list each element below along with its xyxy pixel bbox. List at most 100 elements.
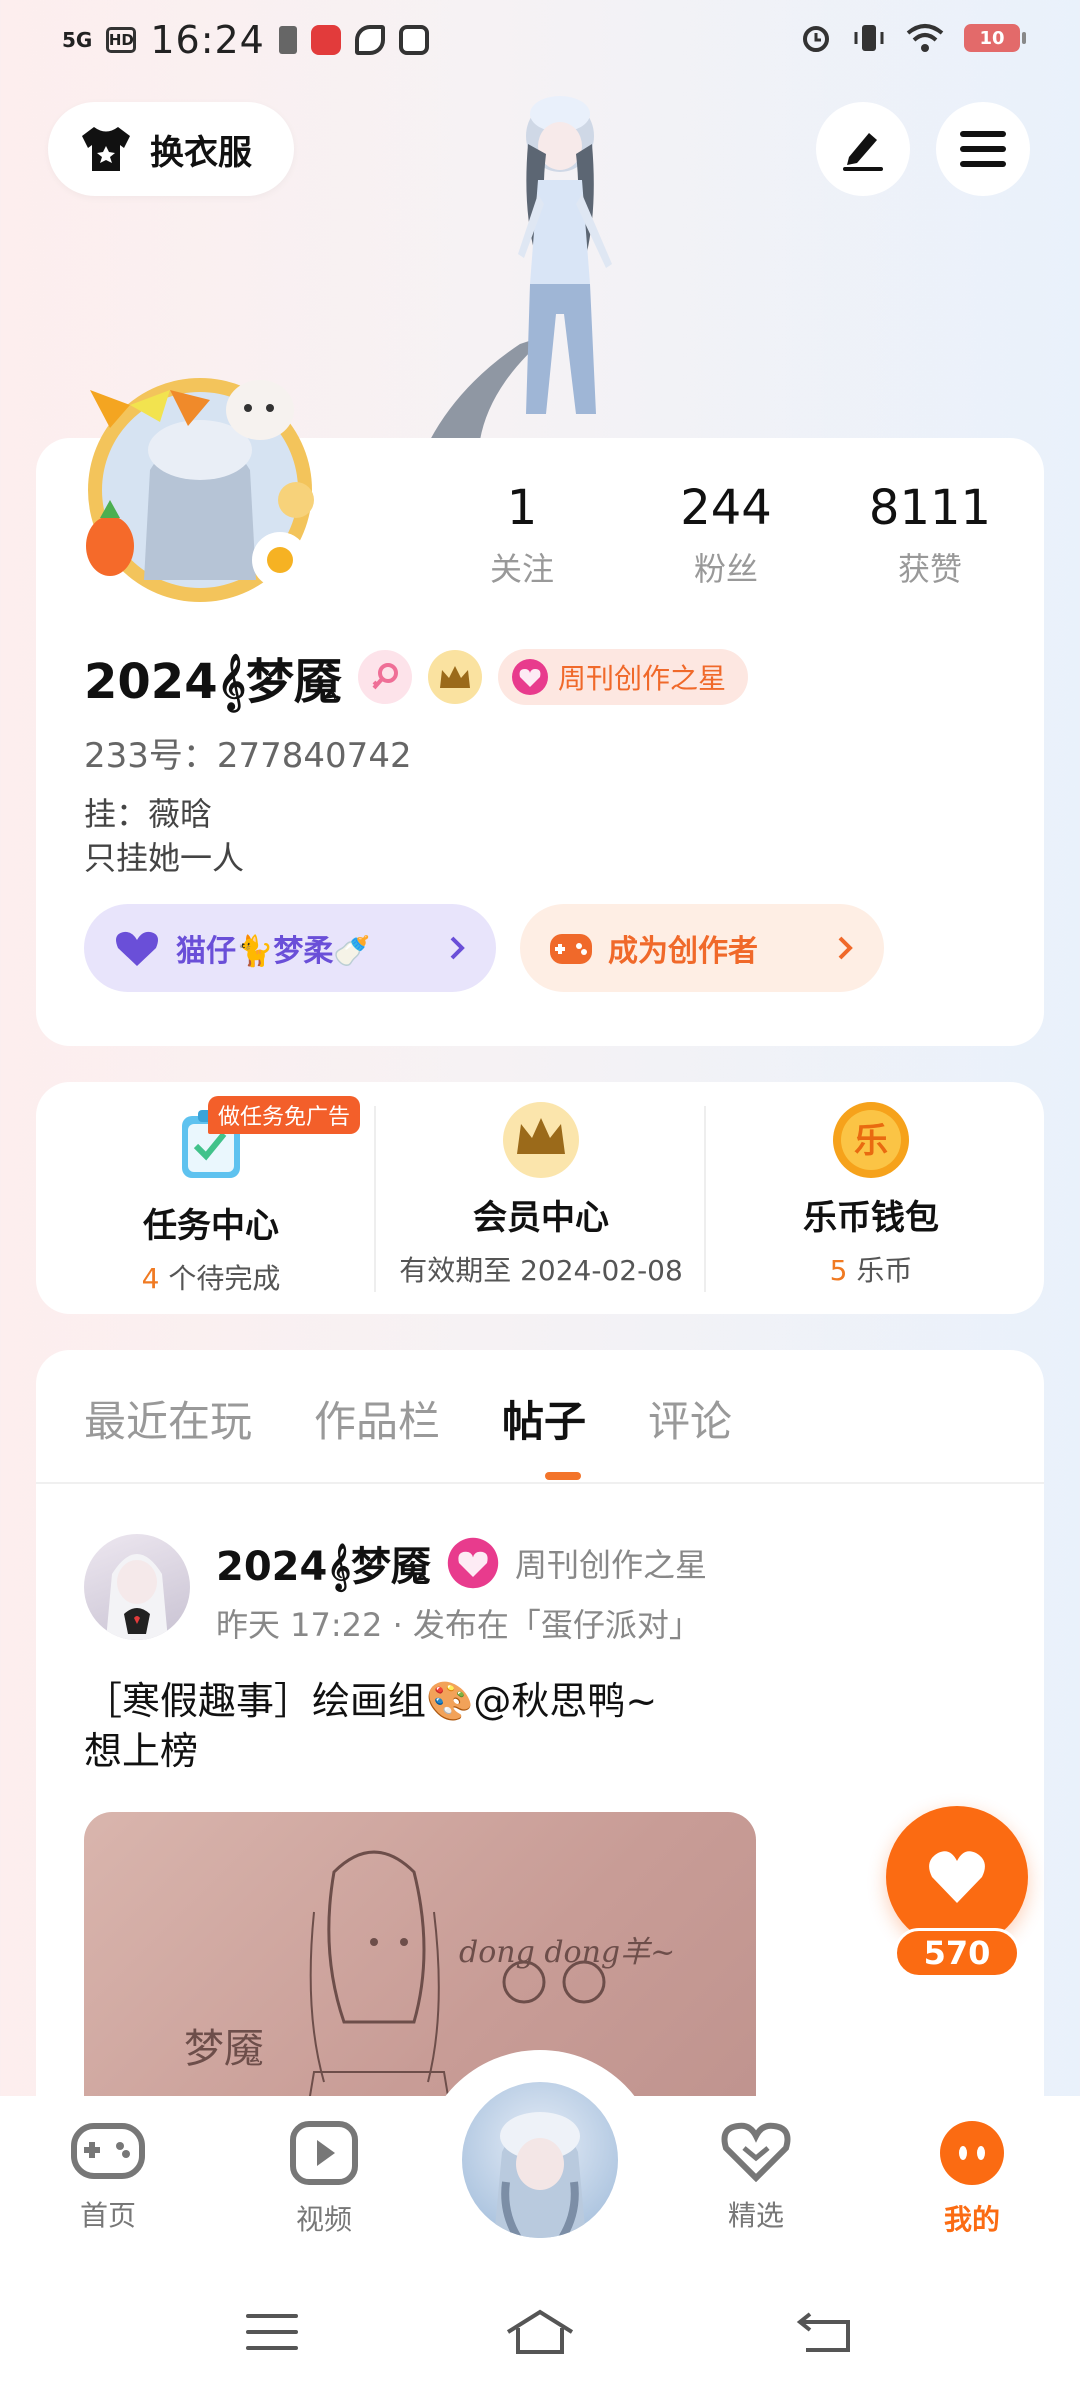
vip-center-sub: 有效期至 2024-02-08 [399, 1254, 683, 1287]
followers-count: 244 [680, 480, 772, 536]
heart-icon [929, 1851, 985, 1903]
nav-center-avatar[interactable] [456, 2076, 624, 2244]
task-center-sub: 4 个待完成 [141, 1262, 281, 1295]
bio: 挂：薇晗 只挂她一人 [84, 792, 244, 880]
battery-indicator: 10 [964, 24, 1026, 52]
post-text-line-1: ［寒假趣事］绘画组🎨@秋思鸭~ [84, 1679, 658, 1723]
following-stat[interactable]: 1 关注 [442, 480, 602, 590]
likes-stat[interactable]: 8111 获赞 [850, 480, 1010, 590]
nav-video[interactable]: 视频 [244, 2120, 404, 2238]
crown-vip-icon[interactable] [427, 650, 482, 704]
storage-icon [278, 26, 297, 54]
become-creator-label: 成为创作者 [608, 934, 758, 969]
vip-center-title: 会员中心 [473, 1198, 609, 1238]
post-text-line-2: 想上榜 [84, 1729, 199, 1773]
ad-free-task-tag: 做任务免广告 [208, 1096, 361, 1134]
change-outfit-button[interactable]: 换衣服 [48, 102, 294, 196]
gender-female-icon[interactable] [357, 650, 412, 704]
gamepad-icon [71, 2123, 145, 2179]
play-icon [290, 2121, 358, 2185]
divider [36, 1482, 1044, 1484]
nav-me[interactable]: 我的 [892, 2120, 1052, 2238]
character-figure[interactable] [400, 84, 660, 440]
status-bar: 5G HD 16:24 10 [0, 0, 1080, 84]
partner-pill-button[interactable]: 猫仔🐈梦柔🍼 [84, 904, 496, 992]
post-image[interactable]: dong dong羊~ 梦魇 [84, 1812, 756, 2132]
network-indicator: 5G [62, 28, 93, 52]
like-button[interactable] [886, 1806, 1028, 1948]
clock: 16:24 [150, 18, 265, 62]
followers-label: 粉丝 [693, 550, 758, 588]
app-notification-icon [310, 25, 341, 55]
coin-icon: 乐 [833, 1102, 909, 1178]
bio-line-2: 只挂她一人 [84, 839, 245, 877]
become-creator-button[interactable]: 成为创作者 [520, 904, 884, 992]
gamepad-icon [550, 934, 592, 964]
purple-heart-icon [116, 931, 158, 966]
sketch-text-2: 梦魇 [184, 2026, 264, 2072]
menu-button[interactable] [936, 102, 1030, 196]
coin-wallet-sub: 5 乐币 [829, 1254, 913, 1287]
heart-medal-icon [447, 1537, 499, 1589]
nav-home[interactable]: 首页 [28, 2120, 188, 2234]
tab-works[interactable]: 作品栏 [314, 1388, 440, 1449]
pen-icon [843, 133, 883, 171]
divider [374, 1106, 376, 1292]
hd-indicator: HD [106, 27, 137, 53]
like-count: 570 [894, 1928, 1020, 1978]
post-author-avatar[interactable] [84, 1534, 190, 1640]
likes-count: 8111 [868, 480, 992, 536]
post-meta: 昨天 17:22 · 发布在「蛋仔派对」 [216, 1606, 701, 1644]
name-row: 2024𝄞梦魇 周刊创作之星 [84, 642, 748, 712]
post-author-badge: 周刊创作之星 [514, 1546, 707, 1584]
nav-home-label: 首页 [79, 2199, 136, 2232]
vip-center-button[interactable]: 会员中心 有效期至 2024-02-08 [382, 1100, 700, 1289]
tab-recently-played[interactable]: 最近在玩 [84, 1388, 252, 1449]
post-text[interactable]: ［寒假趣事］绘画组🎨@秋思鸭~ 想上榜 [84, 1676, 984, 1776]
coin-wallet-button[interactable]: 乐 乐币钱包 5 乐币 [712, 1100, 1030, 1289]
task-center-title: 任务中心 [143, 1206, 279, 1246]
post-author-name[interactable]: 2024𝄞梦魇 [216, 1534, 431, 1592]
chevron-right-icon [838, 936, 853, 960]
weekly-creator-star-label: 周刊创作之星 [557, 662, 726, 695]
profile-avatar[interactable] [70, 350, 330, 610]
back-icon[interactable] [796, 2308, 852, 2356]
followers-stat[interactable]: 244 粉丝 [646, 480, 806, 590]
heart-medal-icon [511, 659, 548, 695]
weekly-creator-star-badge[interactable]: 周刊创作之星 [497, 649, 748, 705]
nav-featured[interactable]: 精选 [676, 2120, 836, 2234]
vibrate-icon [854, 25, 884, 51]
partner-pill-label: 猫仔🐈梦柔🍼 [176, 934, 371, 969]
nav-featured-label: 精选 [727, 2199, 784, 2232]
recent-apps-icon[interactable] [244, 2308, 300, 2356]
leaf-notification-icon [354, 25, 385, 55]
wifi-icon [906, 24, 944, 52]
chevron-right-icon [450, 936, 465, 960]
bio-line-1: 挂：薇晗 [84, 795, 213, 833]
nav-video-label: 视频 [295, 2203, 352, 2236]
edit-button[interactable] [816, 102, 910, 196]
following-count: 1 [506, 480, 538, 536]
tab-comments[interactable]: 评论 [648, 1388, 732, 1449]
active-tab-indicator [545, 1472, 581, 1480]
hamburger-icon [960, 131, 1006, 167]
profile-tabs: 最近在玩 作品栏 帖子 评论 [84, 1388, 732, 1449]
username: 2024𝄞梦魇 [84, 654, 342, 710]
sketch-text-1: dong dong羊~ [459, 1935, 675, 1970]
divider [704, 1106, 706, 1292]
following-label: 关注 [489, 550, 554, 588]
coin-wallet-title: 乐币钱包 [803, 1198, 939, 1238]
shirt-icon [82, 127, 130, 171]
at-notification-icon [398, 25, 429, 55]
alarm-icon [803, 26, 829, 52]
crown-coin-icon [503, 1102, 579, 1178]
svg-text:乐: 乐 [854, 1121, 888, 1161]
profile-blob-icon [940, 2121, 1004, 2185]
tab-posts[interactable]: 帖子 [502, 1388, 586, 1449]
home-icon[interactable] [504, 2308, 576, 2356]
user-id[interactable]: 233号：277840742 [84, 728, 412, 777]
likes-label: 获赞 [897, 550, 962, 588]
nav-me-label: 我的 [943, 2203, 1000, 2236]
heart-diamond-icon [721, 2122, 791, 2183]
post-author-row: 2024𝄞梦魇 周刊创作之星 [216, 1534, 707, 1592]
